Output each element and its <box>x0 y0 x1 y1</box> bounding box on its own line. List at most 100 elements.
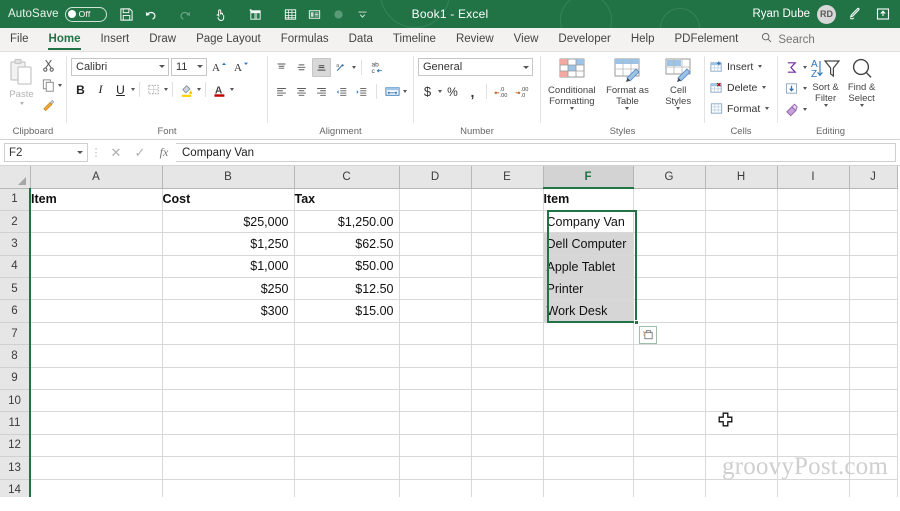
paste-button[interactable]: Paste <box>4 55 39 105</box>
cell-E9[interactable] <box>471 367 544 391</box>
cell-E8[interactable] <box>471 344 544 368</box>
cell-J5[interactable] <box>849 277 898 301</box>
cell-F7[interactable] <box>543 322 634 346</box>
format-dropdown-icon[interactable] <box>765 107 770 110</box>
cell-B7[interactable] <box>162 322 295 346</box>
cell-I2[interactable] <box>777 210 850 234</box>
cell-B14[interactable] <box>162 479 295 497</box>
cell-H5[interactable] <box>705 277 778 301</box>
cell-J14[interactable] <box>849 479 898 497</box>
underline-dropdown-icon[interactable] <box>131 88 135 91</box>
cell-F2[interactable]: Company Van <box>543 210 634 234</box>
cell-E14[interactable] <box>471 479 544 497</box>
row-header-4[interactable]: 4 <box>0 255 31 279</box>
column-header-f[interactable]: F <box>543 166 634 189</box>
cell-B13[interactable] <box>162 456 295 480</box>
cell-A9[interactable] <box>29 367 163 391</box>
decrease-decimal-button[interactable]: .00.0 <box>512 82 532 101</box>
cell-F3[interactable]: Dell Computer <box>543 232 634 256</box>
cell-C8[interactable] <box>294 344 400 368</box>
increase-font-size-button[interactable]: A <box>209 57 229 76</box>
cell-C10[interactable] <box>294 389 400 413</box>
cell-F1[interactable]: Item <box>543 188 634 211</box>
search-input[interactable] <box>778 33 869 46</box>
cell-J4[interactable] <box>849 255 898 279</box>
column-header-c[interactable]: C <box>294 166 400 189</box>
row-header-7[interactable]: 7 <box>0 322 31 346</box>
tab-data[interactable]: Data <box>339 28 383 51</box>
cell-J2[interactable] <box>849 210 898 234</box>
row-header-11[interactable]: 11 <box>0 411 31 435</box>
cell-A13[interactable] <box>29 456 163 480</box>
tab-formulas[interactable]: Formulas <box>271 28 339 51</box>
cell-J9[interactable] <box>849 367 898 391</box>
row-header-6[interactable]: 6 <box>0 299 31 323</box>
cell-B12[interactable] <box>162 434 295 458</box>
cell-A3[interactable] <box>29 232 163 256</box>
cell-G12[interactable] <box>633 434 706 458</box>
font-name-dropdown-icon[interactable] <box>159 65 165 68</box>
cell-C1[interactable]: Tax <box>294 188 400 211</box>
row-header-9[interactable]: 9 <box>0 367 31 391</box>
select-all-button[interactable] <box>0 166 31 189</box>
cell-H9[interactable] <box>705 367 778 391</box>
cell-J10[interactable] <box>849 389 898 413</box>
cell-F12[interactable] <box>543 434 634 458</box>
tab-developer[interactable]: Developer <box>548 28 620 51</box>
sort-and-filter-button[interactable]: AZ Sort & Filter <box>809 56 842 107</box>
undo-icon[interactable] <box>139 2 163 26</box>
cell-A6[interactable] <box>29 299 163 323</box>
cell-H11[interactable] <box>705 411 778 435</box>
tab-file[interactable]: File <box>0 28 39 51</box>
row-header-13[interactable]: 13 <box>0 456 31 480</box>
tab-timeline[interactable]: Timeline <box>383 28 446 51</box>
increase-indent-button[interactable] <box>352 82 371 101</box>
fill-button[interactable] <box>782 79 801 98</box>
cell-H4[interactable] <box>705 255 778 279</box>
increase-decimal-button[interactable]: .0.00 <box>491 82 511 101</box>
cell-F11[interactable] <box>543 411 634 435</box>
save-icon[interactable] <box>115 2 139 26</box>
cell-I1[interactable] <box>777 188 850 211</box>
row-header-1[interactable]: 1 <box>0 188 31 211</box>
cell-A11[interactable] <box>29 411 163 435</box>
cell-D12[interactable] <box>399 434 472 458</box>
cell-G2[interactable] <box>633 210 706 234</box>
bottom-align-button[interactable] <box>312 58 331 77</box>
cell-G5[interactable] <box>633 277 706 301</box>
cell-B5[interactable]: $250 <box>162 277 295 301</box>
cell-E1[interactable] <box>471 188 544 211</box>
decrease-indent-button[interactable] <box>332 82 351 101</box>
cell-G13[interactable] <box>633 456 706 480</box>
cell-G3[interactable] <box>633 232 706 256</box>
italic-button[interactable]: I <box>91 80 110 99</box>
enter-formula-icon[interactable]: ✓ <box>128 143 152 163</box>
tab-review[interactable]: Review <box>446 28 504 51</box>
tab-insert[interactable]: Insert <box>90 28 139 51</box>
underline-button[interactable]: U <box>111 80 130 99</box>
column-header-a[interactable]: A <box>30 166 163 189</box>
cell-E6[interactable] <box>471 299 544 323</box>
cell-C9[interactable] <box>294 367 400 391</box>
cell-E2[interactable] <box>471 210 544 234</box>
cell-D3[interactable] <box>399 232 472 256</box>
cell-I3[interactable] <box>777 232 850 256</box>
comma-style-button[interactable]: , <box>463 82 482 101</box>
cell-D14[interactable] <box>399 479 472 497</box>
orientation-button[interactable]: a <box>332 58 351 77</box>
cell-I4[interactable] <box>777 255 850 279</box>
user-name[interactable]: Ryan Dube <box>752 8 810 20</box>
cell-I6[interactable] <box>777 299 850 323</box>
autosum-button[interactable] <box>782 58 801 77</box>
quick-print-icon[interactable] <box>279 2 303 26</box>
column-header-b[interactable]: B <box>162 166 295 189</box>
insert-function-icon[interactable]: fx <box>152 143 176 163</box>
align-right-button[interactable] <box>312 82 331 101</box>
cell-J7[interactable] <box>849 322 898 346</box>
cell-G1[interactable] <box>633 188 706 211</box>
row-header-14[interactable]: 14 <box>0 479 31 497</box>
font-name-combo[interactable]: Calibri <box>71 57 169 76</box>
cell-D7[interactable] <box>399 322 472 346</box>
row-header-3[interactable]: 3 <box>0 232 31 256</box>
cell-I8[interactable] <box>777 344 850 368</box>
